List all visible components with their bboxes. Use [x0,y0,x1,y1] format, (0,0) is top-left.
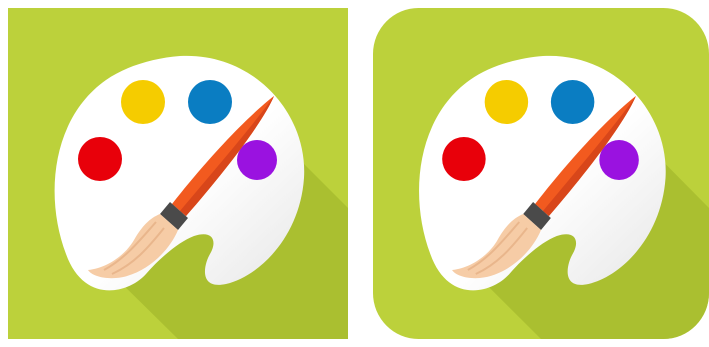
yellow-paint-dot [484,80,529,124]
red-paint-dot [442,137,486,181]
paint-palette-app-icon-rounded [373,8,709,339]
blue-paint-dot [550,80,595,124]
paint-palette-app-icon-square [8,8,348,339]
purple-paint-dot [237,140,277,180]
red-paint-dot [78,137,122,181]
yellow-paint-dot [121,80,165,124]
purple-paint-dot [599,140,639,180]
blue-paint-dot [188,80,232,124]
